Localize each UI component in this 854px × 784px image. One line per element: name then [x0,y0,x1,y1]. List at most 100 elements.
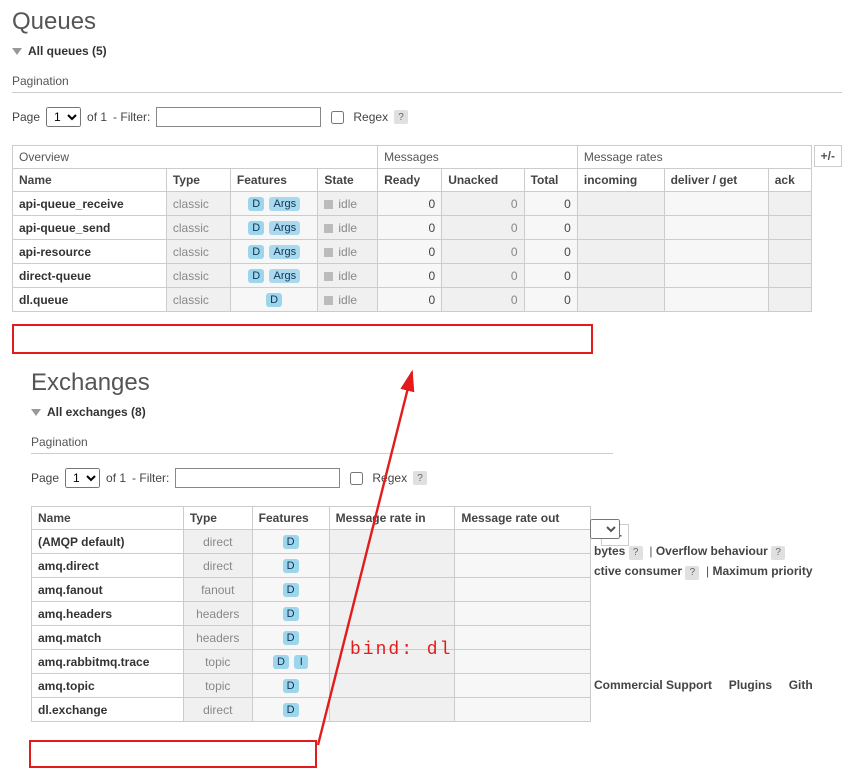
table-row[interactable]: (AMQP default)directD [32,530,591,554]
table-row[interactable]: amq.topictopicD [32,674,591,698]
feature-badge: D [266,293,282,307]
col-unacked[interactable]: Unacked [442,169,524,192]
help-icon[interactable]: ? [394,110,408,124]
feature-badge: D [248,197,264,211]
exchange-type: fanout [183,578,252,602]
table-row[interactable]: amq.fanoutfanoutD [32,578,591,602]
regex-checkbox[interactable] [331,111,344,124]
feature-badge: D [283,679,299,693]
table-row[interactable]: dl.queueclassicDidle000 [13,288,812,312]
feature-badge: Args [269,245,300,259]
col-rate-out[interactable]: Message rate out [455,507,591,530]
queues-section: Queues All queues (5) Pagination Page 1 … [0,0,854,326]
exchange-rate-out [455,626,591,650]
queue-unacked: 0 [442,240,524,264]
exchange-name[interactable]: amq.fanout [32,578,184,602]
exchange-name[interactable]: amq.topic [32,674,184,698]
table-row[interactable]: api-queue_receiveclassicD Argsidle000 [13,192,812,216]
exchange-rate-in [329,602,455,626]
queue-state: idle [318,192,378,216]
feature-badge: Args [269,197,300,211]
exchange-name[interactable]: amq.headers [32,602,184,626]
queue-unacked: 0 [442,288,524,312]
queue-incoming [577,240,664,264]
regex-checkbox[interactable] [350,472,363,485]
col-type[interactable]: Type [183,507,252,530]
queue-type: classic [166,264,230,288]
col-name[interactable]: Name [32,507,184,530]
table-row[interactable]: amq.directdirectD [32,554,591,578]
table-row[interactable]: direct-queueclassicD Argsidle000 [13,264,812,288]
col-deliver[interactable]: deliver / get [664,169,768,192]
chevron-down-icon [31,409,41,416]
exchange-rate-out [455,602,591,626]
col-type[interactable]: Type [166,169,230,192]
queue-state: idle [318,216,378,240]
queues-toggle[interactable]: All queues (5) [12,44,107,58]
exchange-name[interactable]: amq.match [32,626,184,650]
bind-annotation: bind: dl [350,640,452,660]
queue-deliver [664,264,768,288]
help-icon[interactable]: ? [413,471,427,485]
queue-type: classic [166,240,230,264]
peek-select[interactable] [590,519,620,539]
col-state[interactable]: State [318,169,378,192]
queue-total: 0 [524,216,577,240]
peek-footer: Commercial Support Plugins Gith [594,678,813,692]
col-features[interactable]: Features [252,507,329,530]
col-name[interactable]: Name [13,169,167,192]
queue-name[interactable]: dl.queue [13,288,167,312]
table-row[interactable]: api-queue_sendclassicD Argsidle000 [13,216,812,240]
page-select[interactable]: 1 [46,107,81,127]
divider [31,453,613,454]
queue-ack [768,264,811,288]
queue-name[interactable]: direct-queue [13,264,167,288]
pagination-label: Pagination [31,435,613,449]
exchanges-toggle[interactable]: All exchanges (8) [31,405,146,419]
exchange-name[interactable]: amq.direct [32,554,184,578]
queue-features: D Args [230,216,317,240]
filter-input[interactable] [156,107,321,127]
page-select[interactable]: 1 [65,468,100,488]
queue-name[interactable]: api-resource [13,240,167,264]
col-ready[interactable]: Ready [378,169,442,192]
columns-toggle[interactable]: +/- [814,145,842,167]
exchange-features: D [252,554,329,578]
queue-name[interactable]: api-queue_send [13,216,167,240]
table-row[interactable]: dl.exchangedirect D [32,698,591,722]
exchange-rate-in [329,530,455,554]
col-total[interactable]: Total [524,169,577,192]
exchange-rate-in [329,554,455,578]
group-rates: Message rates [577,146,811,169]
exchange-features: D I [252,650,329,674]
table-row[interactable]: api-resourceclassicD Argsidle000 [13,240,812,264]
col-ack[interactable]: ack [768,169,811,192]
exchange-features: D [252,674,329,698]
regex-label: Regex [372,471,407,485]
feature-badge: D [248,245,264,259]
exchange-rate-out [455,674,591,698]
col-features[interactable]: Features [230,169,317,192]
regex-label: Regex [353,110,388,124]
pagination-label: Pagination [12,74,842,88]
exchange-type: direct [183,698,252,722]
queue-ack [768,192,811,216]
queue-name[interactable]: api-queue_receive [13,192,167,216]
filter-input[interactable] [175,468,340,488]
exchange-name[interactable]: (AMQP default) [32,530,184,554]
exchange-name[interactable]: amq.rabbitmq.trace [32,650,184,674]
of-label: of 1 [106,471,126,485]
peek-consumer: ctive consumer ? | Maximum priority [594,564,813,580]
feature-badge: D [283,703,299,717]
table-row[interactable]: amq.matchheadersD [32,626,591,650]
filter-label: - Filter: [113,110,150,124]
exchange-name[interactable]: dl.exchange [32,698,184,722]
exchanges-title: Exchanges [31,369,613,397]
state-dot-icon [324,296,333,305]
feature-badge: D [273,655,289,669]
table-row[interactable]: amq.headersheadersD [32,602,591,626]
col-rate-in[interactable]: Message rate in [329,507,455,530]
col-incoming[interactable]: incoming [577,169,664,192]
table-row[interactable]: amq.rabbitmq.tracetopicD I [32,650,591,674]
state-dot-icon [324,200,333,209]
